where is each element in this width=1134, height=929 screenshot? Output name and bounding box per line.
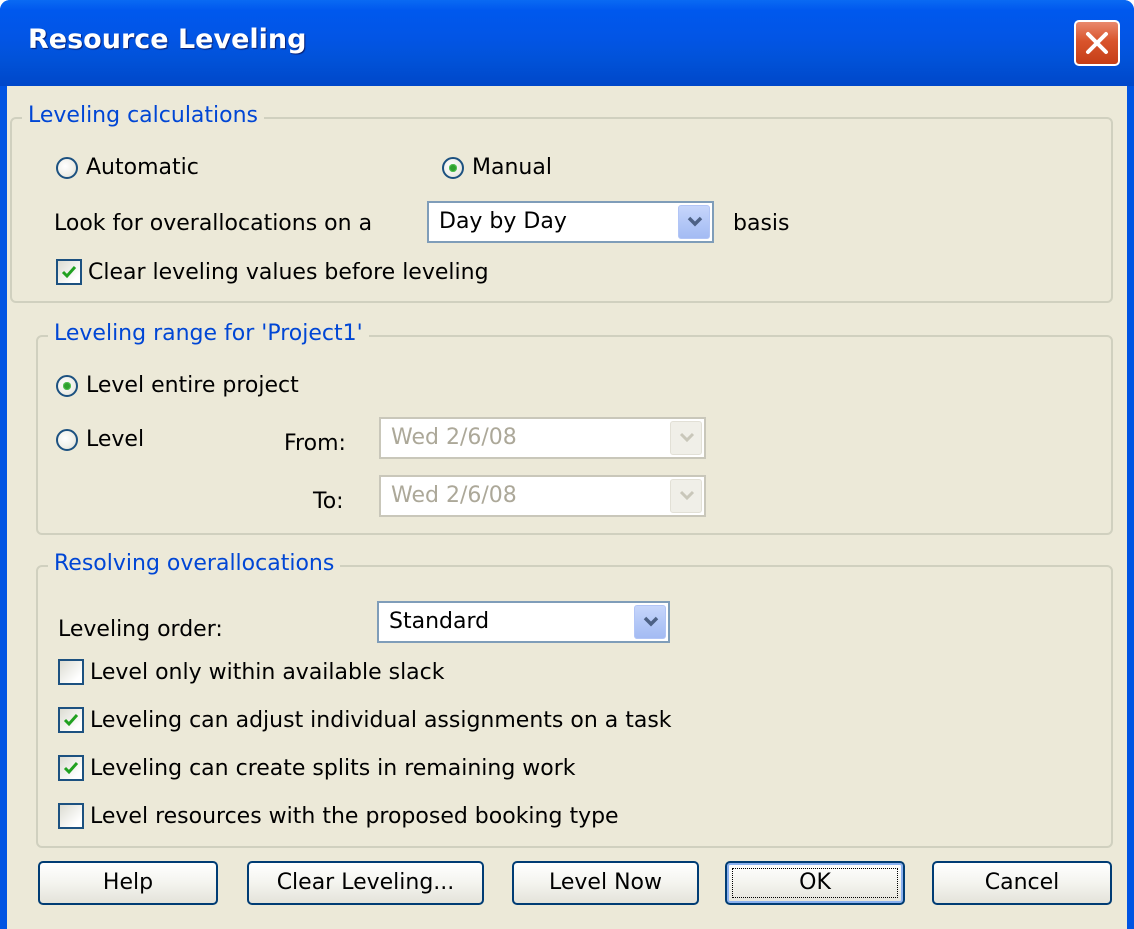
basis-dropdown-arrow[interactable] — [678, 205, 710, 239]
level-range-label: Level — [86, 427, 145, 452]
leveling-order-label: Leveling order: — [58, 617, 223, 642]
chevron-down-icon — [687, 216, 703, 227]
leveling-order-dropdown[interactable]: Standard — [377, 601, 670, 643]
clear-values-checkbox[interactable]: Clear leveling values before leveling — [56, 259, 489, 285]
checkmark-icon — [63, 762, 79, 775]
option-slack-checkbox[interactable]: Level only within available slack — [58, 659, 445, 685]
chevron-down-icon — [679, 432, 695, 443]
resolving-legend: Resolving overallocations — [48, 551, 341, 576]
automatic-radio[interactable]: Automatic — [56, 155, 199, 180]
basis-value: Day by Day — [439, 209, 567, 234]
to-dropdown-arrow[interactable] — [670, 479, 702, 513]
level-entire-project-label: Level entire project — [86, 373, 299, 398]
ok-focus-ring — [732, 868, 898, 898]
dialog-body: Leveling calculations Automatic Manual L… — [7, 86, 1127, 929]
to-date-value: Wed 2/6/08 — [391, 483, 517, 508]
manual-radio-indicator[interactable] — [442, 156, 464, 179]
clear-leveling-button[interactable]: Clear Leveling... — [247, 861, 484, 905]
level-range-indicator[interactable] — [56, 428, 78, 451]
option-adjust-assignments-box[interactable] — [58, 707, 84, 733]
from-label: From: — [284, 431, 346, 456]
option-create-splits-label: Leveling can create splits in remaining … — [90, 755, 576, 781]
automatic-label: Automatic — [86, 155, 199, 180]
manual-radio[interactable]: Manual — [442, 155, 552, 180]
option-slack-label: Level only within available slack — [90, 659, 445, 685]
option-slack-box[interactable] — [58, 659, 84, 685]
level-now-button[interactable]: Level Now — [512, 861, 699, 905]
checkmark-icon — [61, 266, 77, 279]
from-date-value: Wed 2/6/08 — [391, 425, 517, 450]
chevron-down-icon — [643, 616, 659, 627]
checkmark-icon — [63, 714, 79, 727]
close-x-icon — [1086, 32, 1108, 54]
option-create-splits-box[interactable] — [58, 755, 84, 781]
option-create-splits-checkbox[interactable]: Leveling can create splits in remaining … — [58, 755, 576, 781]
help-button[interactable]: Help — [38, 861, 218, 905]
dialog-title: Resource Leveling — [28, 24, 307, 55]
level-range-radio[interactable]: Level — [56, 427, 144, 452]
option-proposed-booking-label: Level resources with the proposed bookin… — [90, 803, 619, 829]
automatic-radio-indicator[interactable] — [56, 156, 78, 179]
resource-leveling-dialog: Resource Leveling Leveling calculations … — [0, 0, 1134, 929]
close-button[interactable] — [1074, 20, 1120, 66]
option-adjust-assignments-checkbox[interactable]: Leveling can adjust individual assignmen… — [58, 707, 672, 733]
option-proposed-booking-checkbox[interactable]: Level resources with the proposed bookin… — [58, 803, 619, 829]
chevron-down-icon — [679, 490, 695, 501]
cancel-button[interactable]: Cancel — [932, 861, 1112, 905]
manual-label: Manual — [472, 155, 552, 180]
to-label: To: — [313, 489, 344, 514]
clear-values-label: Clear leveling values before leveling — [88, 259, 489, 285]
from-dropdown-arrow[interactable] — [670, 421, 702, 455]
clear-values-checkbox-box[interactable] — [56, 259, 82, 285]
option-adjust-assignments-label: Leveling can adjust individual assignmen… — [90, 707, 672, 733]
basis-dropdown[interactable]: Day by Day — [427, 201, 714, 243]
look-for-label: Look for overallocations on a — [54, 211, 373, 236]
title-bar[interactable]: Resource Leveling — [0, 0, 1134, 86]
to-date-dropdown[interactable]: Wed 2/6/08 — [379, 475, 706, 517]
level-entire-project-indicator[interactable] — [56, 374, 78, 397]
from-date-dropdown[interactable]: Wed 2/6/08 — [379, 417, 706, 459]
level-entire-project-radio[interactable]: Level entire project — [56, 373, 299, 398]
leveling-order-arrow[interactable] — [634, 605, 666, 639]
ok-button[interactable]: OK — [725, 861, 905, 905]
resolving-overallocations-group: Resolving overallocations Leveling order… — [36, 551, 1113, 848]
leveling-order-value: Standard — [389, 609, 490, 634]
leveling-range-legend: Leveling range for 'Project1' — [48, 321, 369, 346]
leveling-calculations-legend: Leveling calculations — [22, 103, 265, 128]
leveling-range-group: Leveling range for 'Project1' Level enti… — [36, 321, 1113, 535]
leveling-calculations-group: Leveling calculations Automatic Manual L… — [10, 103, 1113, 303]
option-proposed-booking-box[interactable] — [58, 803, 84, 829]
basis-label: basis — [733, 211, 790, 236]
